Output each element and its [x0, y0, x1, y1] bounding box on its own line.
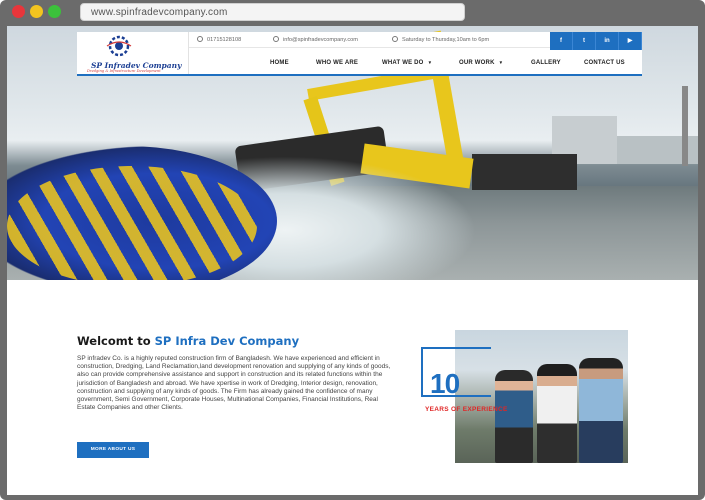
browser-window: www.spinfradevcompany.com SP Infradev Co…	[0, 0, 705, 500]
maximize-window-icon[interactable]	[48, 5, 61, 18]
close-window-icon[interactable]	[12, 5, 25, 18]
address-bar[interactable]: www.spinfradevcompany.com	[80, 3, 465, 21]
address-bar-url: www.spinfradevcompany.com	[91, 7, 228, 18]
minimize-window-icon[interactable]	[30, 5, 43, 18]
browser-border	[0, 26, 705, 500]
browser-titlebar: www.spinfradevcompany.com	[0, 0, 705, 26]
